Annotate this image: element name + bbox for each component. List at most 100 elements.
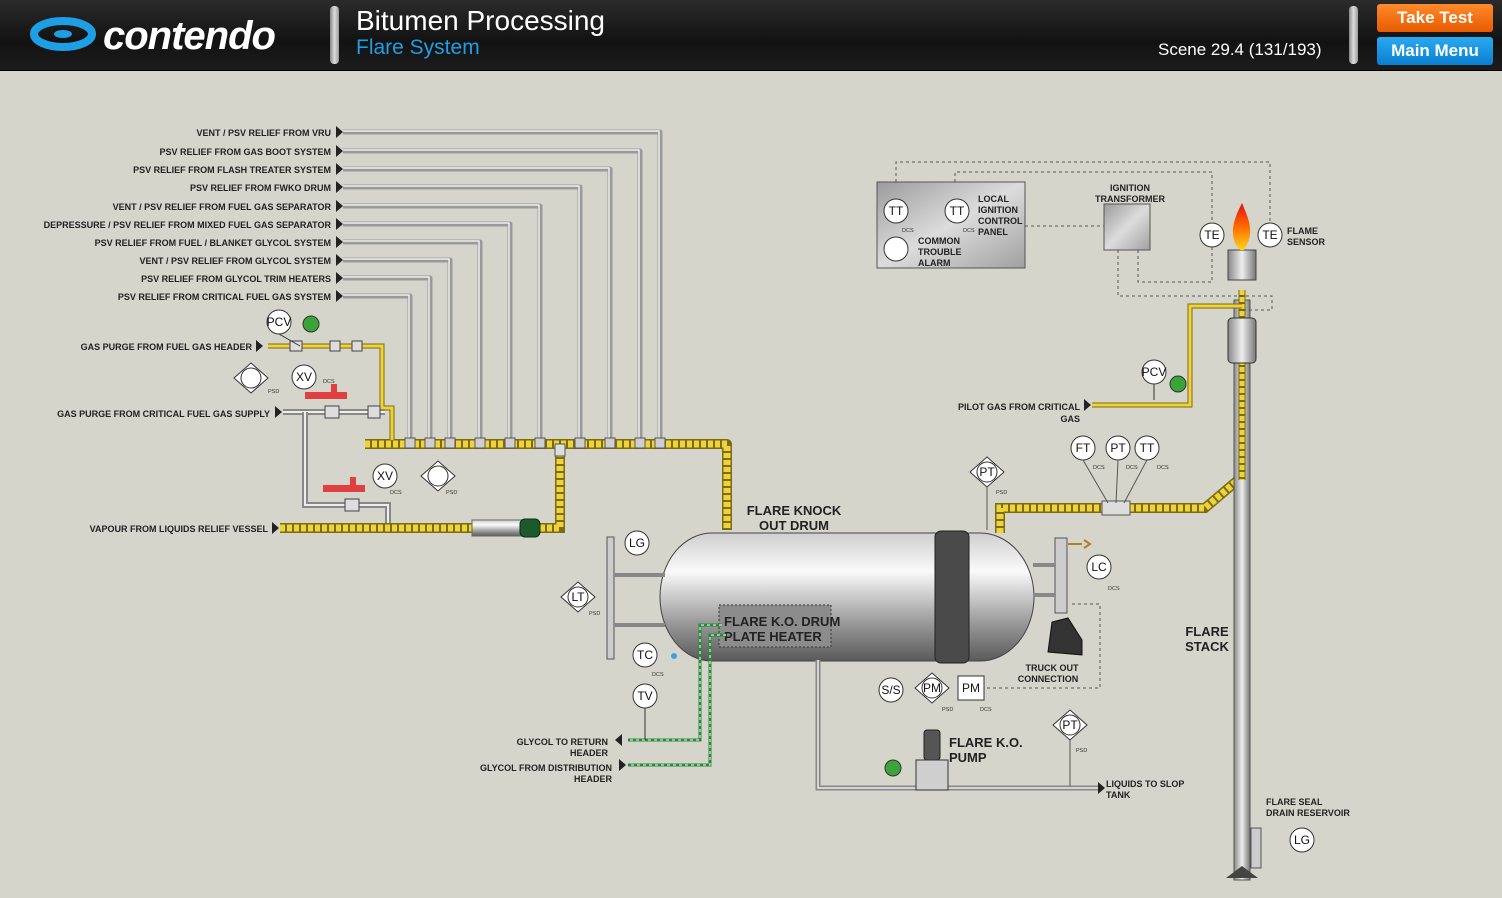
lc-bridle — [1054, 537, 1068, 614]
slop-label-line2: TANK — [1106, 790, 1131, 800]
flare-tip — [1227, 249, 1257, 281]
dcs-tag: DCS — [902, 228, 914, 234]
panel-label-line4: PANEL — [978, 227, 1008, 237]
pressure-gauge-icon — [884, 759, 902, 777]
flow-element — [1101, 500, 1131, 516]
flare-header-pipe — [365, 439, 732, 530]
take-test-button[interactable]: Take Test — [1377, 4, 1493, 32]
ss-tag: S/S — [881, 683, 900, 697]
pm2-tag: PM — [962, 681, 980, 695]
purge-critical-arrow — [275, 406, 282, 418]
te-tag-2: TE — [1262, 228, 1277, 242]
glycol-dist-line1: GLYCOL FROM DISTRIBUTION — [480, 763, 612, 773]
alarm-label-line1: COMMON — [918, 236, 960, 246]
pressure-gauge-icon — [302, 315, 320, 333]
psd-tag: PSD — [1076, 748, 1087, 754]
psd-tag: PSD — [268, 389, 279, 395]
pump-label-line1: FLARE K.O. — [949, 735, 1023, 750]
pt-pump-tag: PT — [1062, 718, 1078, 732]
alarm-instrument[interactable] — [883, 236, 909, 262]
inlet-label-fuel-gas-sep: VENT / PSV RELIEF FROM FUEL GAS SEPARATO… — [113, 202, 332, 212]
inlet-label-blanket-glycol: PSV RELIEF FROM FUEL / BLANKET GLYCOL SY… — [95, 238, 331, 248]
tt-panel-tag-2: TT — [950, 204, 965, 218]
psd-tag: PSD — [589, 611, 600, 617]
truck-label-line1: TRUCK OUT — [1026, 663, 1079, 673]
logo-text: contendo — [103, 14, 276, 58]
alarm-label-line3: ALARM — [918, 258, 951, 268]
drum-title-line2: OUT DRUM — [759, 518, 829, 533]
pilot-label-line1: PILOT GAS FROM CRITICAL — [958, 402, 1080, 412]
stack-label-line1: FLARE — [1185, 624, 1229, 639]
lg-seal-tag: LG — [1294, 833, 1310, 847]
vapour-arrow — [272, 522, 279, 534]
dcs-tag: DCS — [1093, 465, 1105, 471]
dcs-tag: DCS — [1157, 465, 1169, 471]
ft-tag: FT — [1076, 441, 1091, 455]
glycol-return-line2: HEADER — [570, 748, 609, 758]
ignition-label-line2: TRANSFORMER — [1095, 194, 1165, 204]
purge-fuel-arrow — [256, 340, 263, 352]
seal-drum — [1227, 317, 1257, 364]
truck-label-line2: CONNECTION — [1018, 674, 1079, 684]
lc-tag: LC — [1091, 560, 1107, 574]
inlet-label-vru: VENT / PSV RELIEF FROM VRU — [196, 128, 331, 138]
pcv-pilot-tag: PCV — [1142, 365, 1167, 379]
pm1-tag: PM — [923, 681, 941, 695]
header-divider-right — [1349, 6, 1358, 64]
tt-panel-tag-1: TT — [889, 204, 904, 218]
course-title: Bitumen Processing — [356, 5, 606, 36]
inlet-label-fwko: PSV RELIEF FROM FWKO DRUM — [190, 183, 331, 193]
inlet-label-mixed-fuel-gas: DEPRESSURE / PSV RELIEF FROM MIXED FUEL … — [44, 220, 332, 230]
inlet-arrows — [336, 126, 343, 302]
seal-label-line2: DRAIN RESERVOIR — [1266, 808, 1350, 818]
xv-vapour-tag: XV — [377, 469, 393, 483]
lg-drum-tag: LG — [629, 536, 645, 550]
alarm-label-line2: TROUBLE — [918, 247, 962, 257]
level-bridle — [606, 536, 615, 660]
seal-label-line1: FLARE SEAL — [1266, 797, 1323, 807]
main-menu-button[interactable]: Main Menu — [1377, 37, 1493, 65]
inlet-label-flash-treater: PSV RELIEF FROM FLASH TREATER SYSTEM — [133, 165, 331, 175]
contendo-logo: contendo — [30, 8, 300, 60]
psd-tag: PSD — [996, 490, 1007, 496]
flame-icon — [1232, 203, 1251, 250]
pressure-gauge-icon — [1169, 375, 1187, 393]
pt-drum-tag: PT — [979, 465, 995, 479]
heater-label-line1: FLARE K.O. DRUM — [724, 614, 840, 629]
te-tag-1: TE — [1204, 228, 1219, 242]
panel-label-line2: IGNITION — [978, 205, 1018, 215]
contendo-swoosh-icon — [30, 17, 96, 51]
inlet-label-gas-boot: PSV RELIEF FROM GAS BOOT SYSTEM — [159, 147, 331, 157]
heater-label-line2: PLATE HEATER — [724, 629, 822, 644]
pump-label-line2: PUMP — [949, 750, 987, 765]
slop-label-line1: LIQUIDS TO SLOP — [1106, 779, 1184, 789]
scene-counter: Scene 29.4 (131/193) — [1158, 40, 1322, 59]
stack-label-line2: STACK — [1185, 639, 1229, 654]
pt-flare-tag: PT — [1110, 441, 1126, 455]
module-title: Flare System — [356, 36, 480, 59]
vapour-pipe — [280, 450, 565, 533]
pilot-label-line2: GAS — [1060, 414, 1080, 424]
glycol-dist-line2: HEADER — [574, 774, 613, 784]
xv-purge-tag: XV — [296, 370, 312, 384]
flare-ko-drum — [659, 530, 1035, 664]
ignition-label-line1: IGNITION — [1110, 183, 1150, 193]
header-divider — [330, 6, 339, 64]
pcv-purge-tag: PCV — [267, 315, 292, 329]
tt-flare-tag: TT — [1140, 441, 1155, 455]
relief-header-pipes — [343, 129, 663, 442]
glycol-return-line1: GLYCOL TO RETURN — [517, 737, 608, 747]
truck-out-connection — [1047, 617, 1083, 656]
gas-purge-fuel-label: GAS PURGE FROM FUEL GAS HEADER — [81, 342, 253, 352]
gas-purge-pipes — [268, 343, 395, 528]
app-header: contendo Bitumen Processing Flare System… — [0, 0, 1502, 71]
seal-drain-reservoir — [1250, 827, 1262, 869]
dcs-tag: DCS — [980, 707, 992, 713]
flame-sensor-line1: FLAME — [1287, 226, 1318, 236]
inlet-label-critical-fuel: PSV RELIEF FROM CRITICAL FUEL GAS SYSTEM — [118, 292, 331, 302]
panel-label-line3: CONTROL — [978, 216, 1023, 226]
inlet-label-glycol-trim: PSV RELIEF FROM GLYCOL TRIM HEATERS — [141, 274, 331, 284]
gas-purge-critical-label: GAS PURGE FROM CRITICAL FUEL GAS SUPPLY — [57, 409, 270, 419]
flare-system-diagram: VENT / PSV RELIEF FROM VRU PSV RELIEF FR… — [44, 126, 1350, 881]
dcs-tag: DCS — [1108, 586, 1120, 592]
